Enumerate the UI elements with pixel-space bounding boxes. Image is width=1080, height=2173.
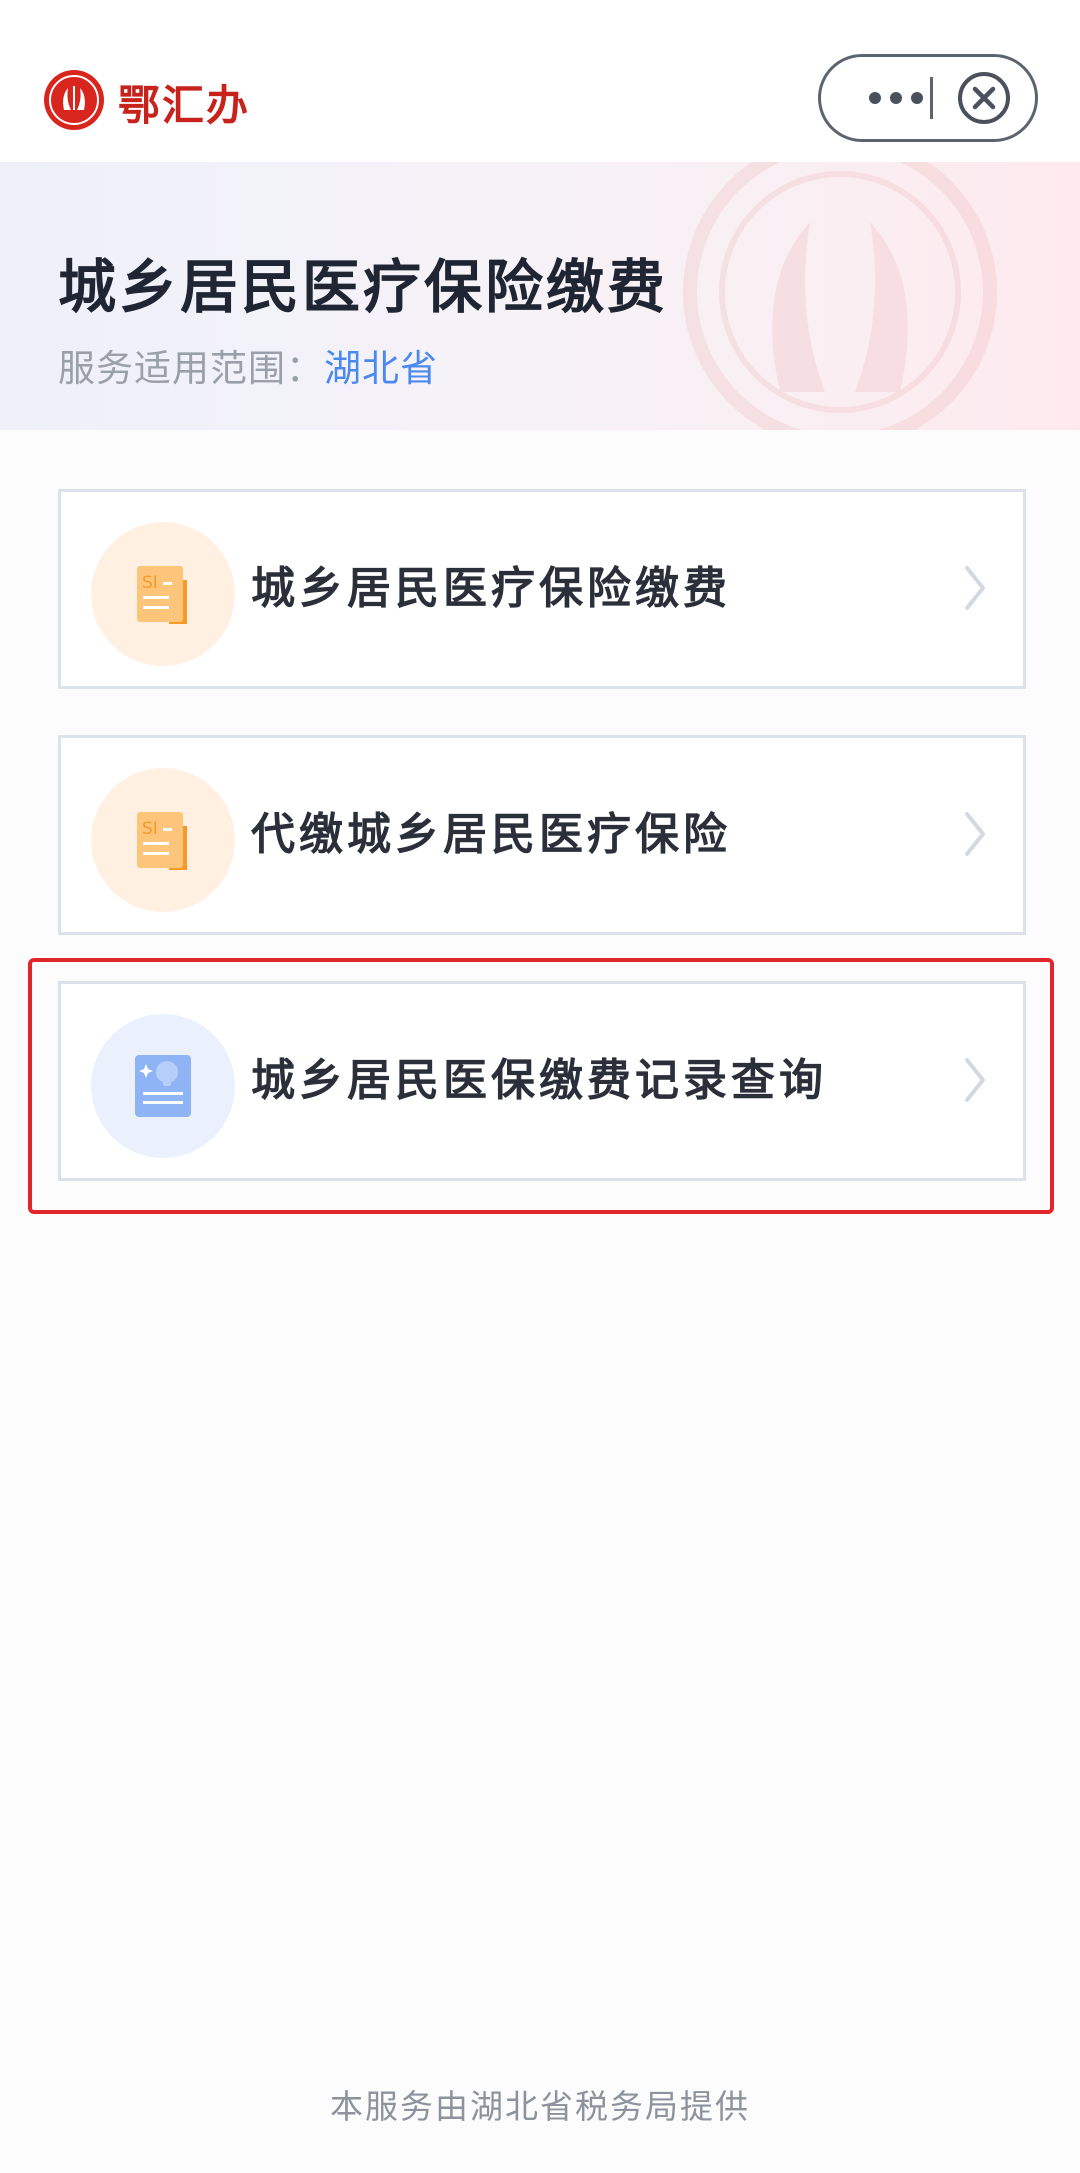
app-brand-name: 鄂汇办 bbox=[118, 81, 251, 130]
page-title: 城乡居民医疗保险缴费 bbox=[58, 253, 669, 321]
footer-provider-text: 本服务由湖北省税务局提供 bbox=[330, 2087, 750, 2126]
more-dots-icon[interactable] bbox=[849, 57, 949, 139]
service-card-label: 代缴城乡居民医疗保险 bbox=[251, 809, 731, 860]
page-header: 城乡居民医疗保险缴费 服务适用范围：湖北省 bbox=[0, 162, 1080, 430]
svg-text:SI: SI bbox=[142, 819, 158, 839]
service-scope: 服务适用范围：湖北省 bbox=[58, 338, 438, 392]
svg-text:SI: SI bbox=[142, 573, 158, 593]
si-document-icon: SI bbox=[91, 768, 235, 912]
close-circle-icon[interactable] bbox=[956, 70, 1012, 126]
service-card-proxy-payment[interactable]: SI 代缴城乡居民医疗保险 bbox=[58, 735, 1026, 935]
service-scope-value: 湖北省 bbox=[324, 347, 438, 390]
mini-program-capsule bbox=[818, 54, 1038, 142]
chevron-right-icon bbox=[963, 564, 987, 616]
service-card-medical-insurance-payment[interactable]: SI 城乡居民医疗保险缴费 bbox=[58, 489, 1026, 689]
app-logo-icon bbox=[44, 70, 104, 130]
top-bar: 鄂汇办 bbox=[0, 0, 1080, 162]
highlight-box bbox=[28, 958, 1054, 1214]
watermark-emblem-icon bbox=[660, 162, 1060, 430]
service-scope-label: 服务适用范围： bbox=[58, 347, 324, 390]
si-document-icon: SI bbox=[91, 522, 235, 666]
capsule-divider bbox=[930, 77, 933, 119]
service-card-label: 城乡居民医疗保险缴费 bbox=[251, 563, 731, 614]
chevron-right-icon bbox=[963, 810, 987, 862]
